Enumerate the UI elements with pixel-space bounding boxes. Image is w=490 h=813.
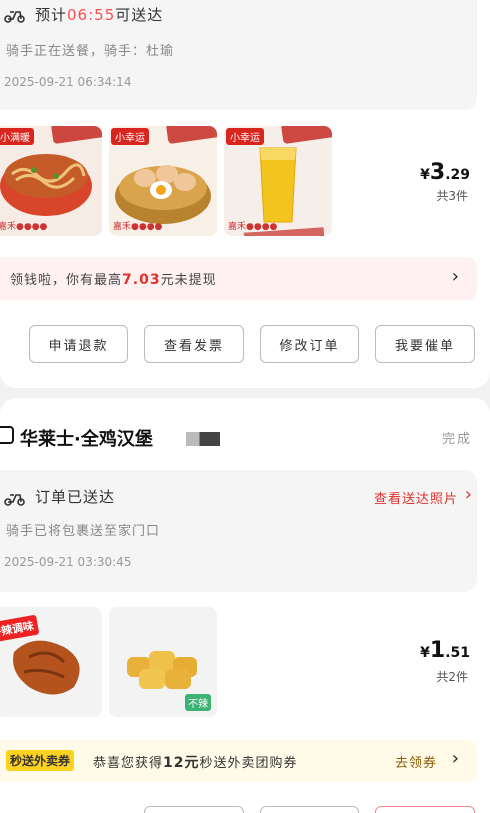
product-image-juice[interactable]: 小幸运 嘉禾●●●●: [224, 126, 332, 236]
eta-time: 06:55: [67, 6, 116, 24]
coupon-prefix: 恭喜您获得: [93, 756, 164, 771]
price-symbol: ¥: [420, 167, 430, 183]
claim-coupon-link[interactable]: 去领券: [395, 752, 437, 771]
order-timestamp: 2025-09-21 06:34:14: [4, 75, 132, 89]
product-image-nuggets[interactable]: 不辣: [109, 607, 217, 717]
scooter-icon: [4, 494, 25, 506]
item-count: 共3件: [436, 189, 468, 203]
coupon-amount: 12元: [163, 755, 200, 771]
product-tag: 不辣: [185, 694, 211, 711]
eta-text: 预计06:55可送达: [35, 4, 163, 25]
refund-button[interactable]: 申请退款: [29, 325, 128, 363]
urge-order-button[interactable]: 我要催单: [375, 325, 475, 363]
price-int: 3: [429, 160, 446, 185]
product-image-eggs[interactable]: 小幸运 嘉禾●●●●: [109, 126, 217, 236]
brand-mark: 嘉禾●●●●: [113, 222, 163, 232]
product-tag: 小幸运: [226, 128, 264, 145]
shop-icon: [0, 426, 14, 444]
order-timestamp: 2025-09-21 03:30:45: [4, 555, 132, 569]
modify-order-button[interactable]: 修改订单: [260, 325, 359, 363]
product-image-noodles[interactable]: 小满暖 嘉禾●●●●: [0, 126, 102, 236]
order-card-1[interactable]: 预计06:55可送达 骑手正在送餐，骑手：杜瑜 2025-09-21 06:34…: [0, 0, 490, 388]
price-dec: .51: [445, 645, 470, 661]
delivery-status-box[interactable]: 预计06:55可送达 骑手正在送餐，骑手：杜瑜 2025-09-21 06:34…: [0, 0, 477, 110]
order2-action-button-1[interactable]: [144, 806, 244, 813]
order-price: ¥3.29: [420, 160, 470, 185]
product-tag: 小满暖: [0, 128, 34, 145]
product-image-chicken-wing[interactable]: 香辣调味: [0, 607, 102, 717]
order2-action-button-3[interactable]: [375, 806, 475, 813]
order2-action-button-2[interactable]: [260, 806, 359, 813]
scooter-icon: [4, 11, 25, 23]
coupon-suffix: 秒送外卖团购券: [199, 756, 298, 771]
chevron-right-icon: ›: [451, 266, 459, 287]
view-delivery-photo-link[interactable]: 查看送达照片: [374, 488, 458, 507]
chevron-right-icon[interactable]: ›: [465, 484, 472, 505]
rider-status: 骑手正在送餐，骑手：杜瑜: [6, 44, 175, 59]
item-count: 共2件: [436, 670, 468, 684]
price-dec: .29: [445, 167, 470, 183]
brand-mark: 嘉禾●●●●: [0, 222, 48, 232]
order-state: 完成: [441, 432, 472, 447]
order-price: ¥1.51: [420, 638, 470, 663]
coupon-promo-bar[interactable]: 秒送外卖券 恭喜您获得12元秒送外卖团购券 去领券 ›: [0, 740, 477, 782]
shop-name[interactable]: 华莱士·全鸡汉堡: [20, 425, 153, 451]
promo-prefix: 领钱啦，你有最高: [10, 273, 123, 288]
chicken-wing-icon: [13, 640, 80, 695]
promo-amount: 7.03: [122, 272, 161, 288]
product-tag: 小幸运: [111, 128, 149, 145]
shop-badge: [186, 432, 220, 446]
chevron-right-icon[interactable]: ›: [452, 748, 459, 769]
eta-prefix: 预计: [35, 6, 68, 24]
cashback-promo-bar[interactable]: 领钱啦，你有最高7.03元未提现 ›: [0, 257, 477, 300]
price-int: 1: [429, 638, 446, 663]
eta-suffix: 可送达: [115, 6, 164, 24]
promo-text: 领钱啦，你有最高7.03元未提现: [10, 269, 217, 288]
rider-status: 骑手已将包裹送至家门口: [6, 524, 161, 539]
delivered-status-title: 订单已送达: [35, 488, 116, 506]
coupon-tag: 秒送外卖券: [6, 750, 75, 771]
nuggets-icon: [127, 651, 197, 689]
price-symbol: ¥: [420, 645, 430, 661]
view-invoice-button[interactable]: 查看发票: [144, 325, 244, 363]
brand-mark: 嘉禾●●●●: [228, 222, 278, 232]
coupon-text: 恭喜您获得12元秒送外卖团购券: [93, 752, 298, 772]
promo-suffix: 元未提现: [160, 273, 217, 288]
